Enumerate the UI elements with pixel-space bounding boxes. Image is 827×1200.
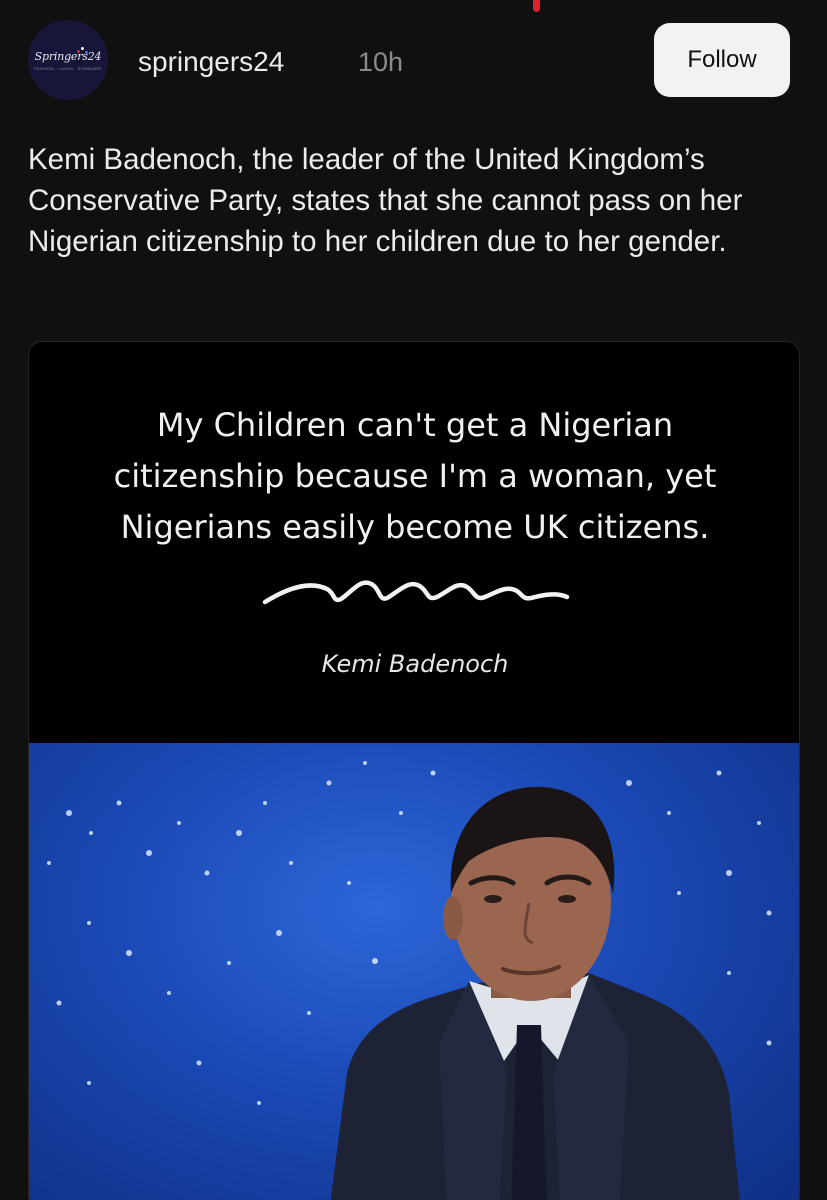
avatar-logo-text: Springers24 <box>34 49 102 63</box>
quote-author: Kemi Badenoch <box>321 650 509 678</box>
post-screen: Springers24 FASHION · LIVING · STANDARD … <box>0 0 827 1200</box>
avatar[interactable]: Springers24 FASHION · LIVING · STANDARD <box>28 20 108 100</box>
username[interactable]: springers24 <box>138 46 284 78</box>
post-timestamp: 10h <box>358 47 404 77</box>
quote-line: citizenship because I'm a woman, yet <box>113 457 717 495</box>
quote-line: Nigerians easily become UK citizens. <box>120 508 710 546</box>
follow-button[interactable]: Follow <box>654 23 790 97</box>
quote-graphic: My Children can't get a Nigerian citizen… <box>29 342 799 743</box>
news-photo <box>29 743 799 1200</box>
post-header: Springers24 FASHION · LIVING · STANDARD … <box>28 18 798 102</box>
post-caption: Kemi Badenoch, the leader of the United … <box>28 143 743 258</box>
avatar-logo-dots <box>77 47 89 55</box>
notification-marker <box>533 0 540 12</box>
news-photo-illustration <box>47 761 772 1200</box>
signature-squiggle <box>262 580 570 605</box>
quote-line: My Children can't get a Nigerian <box>156 406 674 444</box>
quote-text: My Children can't get a Nigerian citizen… <box>59 400 771 553</box>
post-media[interactable]: My Children can't get a Nigerian citizen… <box>28 341 800 1200</box>
avatar-tagline: FASHION · LIVING · STANDARD <box>34 65 102 71</box>
